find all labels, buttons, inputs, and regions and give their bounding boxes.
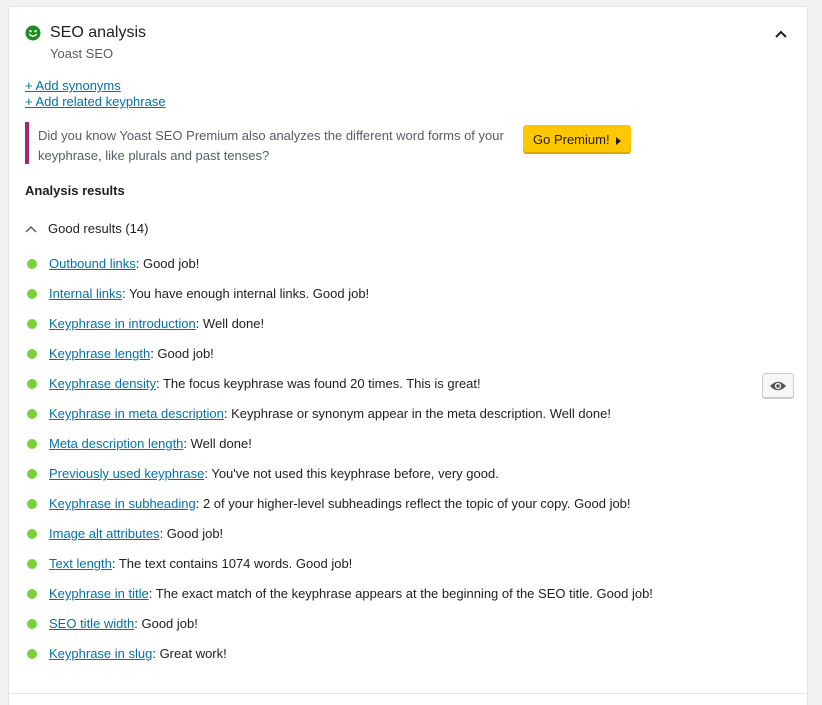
result-item: Internal links: You have enough internal… (25, 284, 805, 314)
result-link[interactable]: Keyphrase density (49, 376, 156, 391)
result-link[interactable]: Keyphrase in meta description (49, 406, 224, 421)
keyphrase-links: + Add synonyms + Add related keyphrase (25, 78, 166, 110)
result-item: SEO title width: Good job! (25, 614, 805, 644)
good-bullet-icon (27, 619, 37, 629)
premium-notice: Did you know Yoast SEO Premium also anal… (25, 122, 631, 164)
good-results-label: Good results (14) (48, 221, 149, 236)
good-bullet-icon (27, 259, 37, 269)
chevron-up-icon[interactable] (773, 27, 789, 41)
result-text: : Good job! (135, 256, 200, 271)
result-text: : Keyphrase or synonym appear in the met… (223, 406, 611, 421)
result-text: : Good job! (150, 346, 214, 361)
panel-title: SEO analysis (50, 24, 147, 41)
good-bullet-icon (27, 409, 37, 419)
result-item: Keyphrase in introduction: Well done! (25, 314, 805, 344)
result-link[interactable]: Keyphrase in subheading (49, 496, 196, 511)
good-results-toggle[interactable]: Good results (14) (25, 221, 148, 236)
result-item: Text length: The text contains 1074 word… (25, 554, 805, 584)
result-text: : You have enough internal links. Good j… (121, 286, 370, 301)
go-premium-button[interactable]: Go Premium! (523, 125, 631, 154)
seo-analysis-panel: SEO analysis Yoast SEO + Add synonyms + … (8, 6, 808, 705)
good-bullet-icon (27, 529, 37, 539)
result-link[interactable]: Outbound links (49, 256, 136, 271)
result-text: : Good job! (134, 616, 198, 631)
chevron-up-icon (25, 225, 37, 232)
result-link[interactable]: Keyphrase in slug (49, 646, 152, 661)
result-text: : Well done! (195, 316, 265, 331)
result-link[interactable]: Keyphrase length (49, 346, 150, 361)
result-item: Keyphrase in title: The exact match of t… (25, 584, 805, 614)
panel-subtitle: Yoast SEO (50, 46, 114, 61)
result-text: : You've not used this keyphrase before,… (204, 466, 499, 481)
smiley-icon (25, 25, 41, 41)
good-bullet-icon (27, 349, 37, 359)
highlight-keyphrase-button[interactable] (762, 373, 794, 398)
good-bullet-icon (27, 319, 37, 329)
result-link[interactable]: Keyphrase in title (49, 586, 149, 601)
result-link[interactable]: Image alt attributes (49, 526, 160, 541)
premium-notice-text: Did you know Yoast SEO Premium also anal… (38, 128, 504, 163)
good-bullet-icon (27, 469, 37, 479)
add-related-keyphrase-link[interactable]: + Add related keyphrase (25, 94, 166, 110)
result-item: Meta description length: Well done! (25, 434, 805, 464)
result-link[interactable]: Meta description length (49, 436, 183, 451)
result-text: : The focus keyphrase was found 20 times… (155, 376, 481, 391)
result-link[interactable]: Text length (49, 556, 112, 571)
panel-divider (9, 693, 807, 694)
good-bullet-icon (27, 379, 37, 389)
result-text: : Well done! (183, 436, 252, 451)
result-text: : The exact match of the keyphrase appea… (148, 586, 653, 601)
result-item: Keyphrase length: Good job! (25, 344, 805, 374)
result-text: : Great work! (152, 646, 227, 661)
result-item: Outbound links: Good job! (25, 254, 805, 284)
good-bullet-icon (27, 439, 37, 449)
result-text: : Good job! (159, 526, 224, 541)
go-premium-label: Go Premium! (533, 132, 610, 147)
good-bullet-icon (27, 289, 37, 299)
result-text: : 2 of your higher-level subheadings ref… (195, 496, 631, 511)
result-item: Keyphrase in subheading: 2 of your highe… (25, 494, 805, 524)
analysis-results-heading: Analysis results (25, 183, 125, 198)
result-item: Keyphrase in meta description: Keyphrase… (25, 404, 805, 434)
results-list: Outbound links: Good job! Internal links… (25, 254, 805, 674)
good-bullet-icon (27, 559, 37, 569)
caret-right-icon (615, 136, 621, 145)
result-link[interactable]: Keyphrase in introduction (49, 316, 196, 331)
good-bullet-icon (27, 649, 37, 659)
result-item: Keyphrase density: The focus keyphrase w… (25, 374, 805, 404)
result-link[interactable]: Internal links (49, 286, 122, 301)
result-item: Previously used keyphrase: You've not us… (25, 464, 805, 494)
result-link[interactable]: Previously used keyphrase (49, 466, 204, 481)
result-item: Image alt attributes: Good job! (25, 524, 805, 554)
result-item: Keyphrase in slug: Great work! (25, 644, 805, 674)
result-link[interactable]: SEO title width (49, 616, 134, 631)
good-bullet-icon (27, 589, 37, 599)
good-bullet-icon (27, 499, 37, 509)
eye-icon (770, 381, 786, 390)
result-text: : The text contains 1074 words. Good job… (111, 556, 353, 571)
add-synonyms-link[interactable]: + Add synonyms (25, 78, 166, 94)
